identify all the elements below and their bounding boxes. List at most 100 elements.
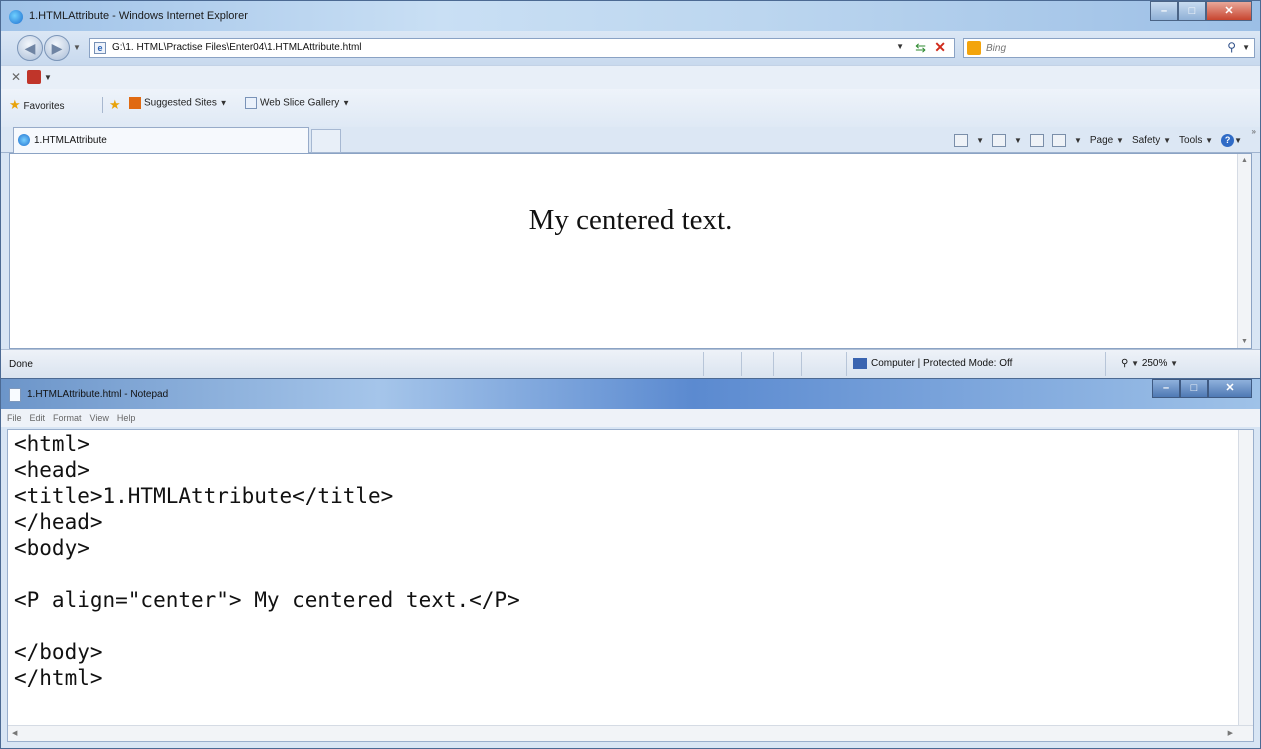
refresh-icon[interactable]: ⇆ <box>915 40 926 56</box>
status-bar: Done Computer | Protected Mode: Off ⚲ ▼ … <box>1 349 1260 379</box>
chevron-down-icon: ▼ <box>1131 359 1140 368</box>
tab-active[interactable]: 1.HTMLAttribute <box>13 127 309 153</box>
chevron-down-icon: ▼ <box>1205 135 1214 145</box>
close-button[interactable]: ✕ <box>1206 1 1252 21</box>
close-toolbar-icon[interactable]: ✕ <box>11 70 21 84</box>
tab-row: 1.HTMLAttribute ▼ ▼ ▼ Page ▼ Safety ▼ To… <box>1 127 1260 153</box>
toolbar-overflow-icon[interactable]: » <box>1252 127 1256 136</box>
page-content: My centered text. ▲ ▼ <box>9 153 1252 349</box>
chevron-down-icon: ▼ <box>219 98 228 108</box>
safety-menu[interactable]: Safety ▼ <box>1132 135 1171 146</box>
add-favorite-button[interactable]: ★ <box>109 97 121 113</box>
code-line: <html> <box>14 432 90 456</box>
code-line: </head> <box>14 510 103 534</box>
status-divider <box>801 352 802 376</box>
vertical-scrollbar[interactable]: ▲ ▼ <box>1237 154 1251 348</box>
print-dropdown-icon[interactable]: ▼ <box>1074 136 1082 145</box>
notepad-icon <box>9 388 21 402</box>
security-zone[interactable]: Computer | Protected Mode: Off <box>853 358 1012 369</box>
suggested-sites-icon <box>129 97 141 109</box>
web-slice-icon <box>245 97 257 109</box>
scroll-up-icon[interactable]: ▲ <box>1241 157 1248 164</box>
web-slice-gallery-button[interactable]: Web Slice Gallery ▼ <box>245 97 350 109</box>
code-line: <body> <box>14 536 90 560</box>
ie-app-icon <box>9 10 23 24</box>
notepad-window: 1.HTMLAttribute.html - Notepad – □ ✕ Fil… <box>0 378 1261 749</box>
address-dropdown-icon[interactable]: ▼ <box>896 42 904 51</box>
suggested-sites-button[interactable]: Suggested Sites ▼ <box>129 97 228 109</box>
favorites-divider <box>102 97 103 113</box>
chevron-down-icon: ▼ <box>342 98 350 108</box>
recent-pages-dropdown-icon[interactable]: ▼ <box>73 43 81 52</box>
address-row: ◀ ▶ ▼ e G:\1. HTML\Practise Files\Enter0… <box>1 31 1260 65</box>
menu-file[interactable]: File <box>7 409 22 427</box>
maximize-button[interactable]: □ <box>1178 1 1206 21</box>
safety-menu-label: Safety <box>1131 134 1161 146</box>
notepad-titlebar[interactable]: 1.HTMLAttribute.html - Notepad – □ ✕ <box>1 379 1260 409</box>
read-mail-icon[interactable] <box>1029 133 1044 147</box>
notepad-text-area[interactable]: <html> <head> <title>1.HTMLAttribute</ti… <box>7 429 1254 742</box>
scroll-right-icon[interactable]: ▶ <box>1228 729 1233 737</box>
ie-window-controls: – □ ✕ <box>1150 1 1252 21</box>
menu-view[interactable]: View <box>90 409 109 427</box>
ie-window: 1.HTMLAttribute - Windows Internet Explo… <box>0 0 1261 379</box>
minimize-button[interactable]: – <box>1150 1 1178 21</box>
code-line: <title>1.HTMLAttribute</title> <box>14 484 394 508</box>
ie-titlebar[interactable]: 1.HTMLAttribute - Windows Internet Explo… <box>1 1 1260 31</box>
menu-edit[interactable]: Edit <box>30 409 46 427</box>
maximize-button[interactable]: □ <box>1180 379 1208 398</box>
zoom-level: 250% <box>1141 358 1168 369</box>
status-divider <box>741 352 742 376</box>
tools-menu[interactable]: Tools ▼ <box>1179 135 1213 146</box>
close-button[interactable]: ✕ <box>1208 379 1252 398</box>
status-text: Done <box>9 359 33 370</box>
convert-icon[interactable] <box>27 70 41 84</box>
vertical-scrollbar[interactable] <box>1238 430 1253 727</box>
suggested-sites-label: Suggested Sites <box>144 97 217 109</box>
horizontal-scrollbar[interactable]: ◀ ▶ <box>8 725 1253 741</box>
menu-format[interactable]: Format <box>53 409 82 427</box>
home-dropdown-icon[interactable]: ▼ <box>976 136 984 145</box>
chevron-down-icon: ▼ <box>1170 359 1179 368</box>
page-menu-label: Page <box>1089 134 1114 146</box>
new-tab-button[interactable] <box>311 129 341 153</box>
bing-icon <box>967 41 981 55</box>
search-dropdown-icon[interactable]: ▼ <box>1242 43 1250 52</box>
search-input[interactable] <box>986 41 1206 55</box>
security-zone-label: Computer | Protected Mode: Off <box>871 358 1013 370</box>
search-icon[interactable]: ⚲ <box>1227 40 1236 54</box>
feeds-dropdown-icon[interactable]: ▼ <box>1014 136 1022 145</box>
zoom-icon: ⚲ <box>1121 358 1129 369</box>
minimize-button[interactable]: – <box>1152 379 1180 398</box>
search-box[interactable]: ⚲ ▼ <box>963 38 1255 58</box>
chevron-down-icon: ▼ <box>1234 135 1242 145</box>
help-menu[interactable]: ? ▼ <box>1221 133 1242 147</box>
centered-paragraph: My centered text. <box>528 204 733 236</box>
address-url[interactable]: G:\1. HTML\Practise Files\Enter04\1.HTML… <box>112 42 362 53</box>
stop-icon[interactable]: ✕ <box>934 39 946 56</box>
convert-dropdown-icon[interactable]: ▼ <box>44 73 52 82</box>
address-bar[interactable]: e G:\1. HTML\Practise Files\Enter04\1.HT… <box>89 38 955 58</box>
forward-button[interactable]: ▶ <box>44 35 70 61</box>
page-menu[interactable]: Page ▼ <box>1090 135 1124 146</box>
home-icon[interactable] <box>954 133 969 147</box>
ie-tab-icon <box>18 134 30 146</box>
menu-help[interactable]: Help <box>117 409 136 427</box>
scroll-down-icon[interactable]: ▼ <box>1241 338 1248 345</box>
page-icon: e <box>94 42 106 54</box>
scroll-left-icon[interactable]: ◀ <box>12 729 17 737</box>
computer-zone-icon <box>853 358 867 369</box>
favorites-button[interactable]: ★ Favorites <box>9 97 65 113</box>
add-to-favorites-icon: ★ <box>109 97 121 112</box>
zoom-control[interactable]: ⚲ ▼ 250% ▼ <box>1121 358 1178 369</box>
code-line: <P align="center"> My centered text.</P> <box>14 588 520 612</box>
back-button[interactable]: ◀ <box>17 35 43 61</box>
command-bar: ▼ ▼ ▼ Page ▼ Safety ▼ Tools ▼ ? ▼ <box>954 132 1242 148</box>
favorites-label: Favorites <box>23 101 65 112</box>
print-icon[interactable] <box>1051 133 1066 147</box>
notepad-window-title: 1.HTMLAttribute.html - Notepad <box>27 389 169 400</box>
tools-menu-label: Tools <box>1179 134 1203 146</box>
status-divider <box>846 352 847 376</box>
feeds-icon[interactable] <box>992 133 1007 147</box>
notepad-window-controls: – □ ✕ <box>1152 379 1252 398</box>
